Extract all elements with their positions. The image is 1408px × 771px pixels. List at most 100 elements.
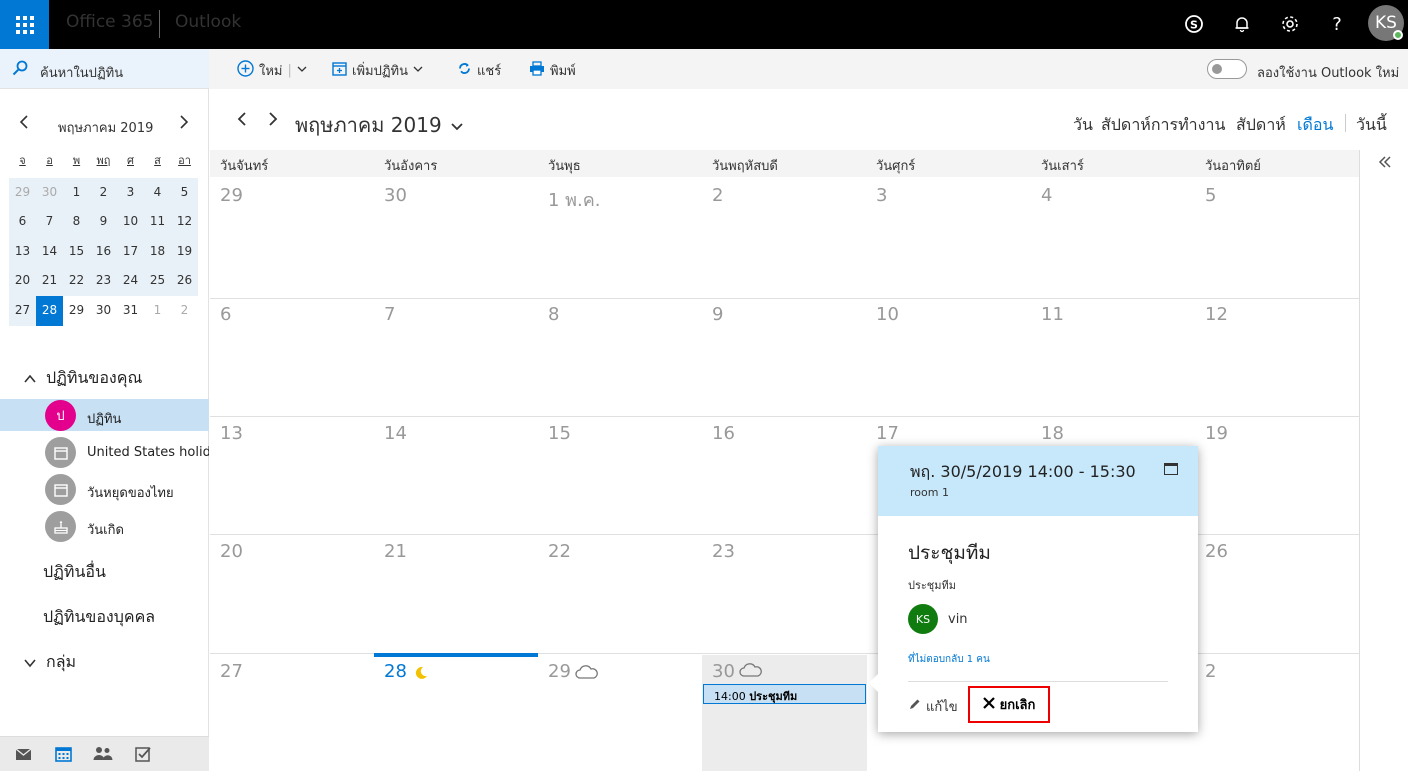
mini-prev-month-icon[interactable] — [18, 113, 30, 134]
print-button[interactable]: พิมพ์ — [529, 60, 576, 81]
day-cell-date[interactable]: 30 — [712, 661, 735, 682]
cancel-event-button[interactable]: ยกเลิก — [968, 686, 1050, 723]
mini-day[interactable]: 26 — [171, 266, 198, 296]
day-cell-date[interactable]: 16 — [712, 423, 735, 444]
mini-day[interactable]: 7 — [36, 207, 63, 237]
add-calendar-button[interactable]: เพิ่มปฏิทิน — [332, 60, 423, 81]
view-month[interactable]: เดือน — [1297, 113, 1333, 138]
event-chip[interactable]: 14:00 ประชุมทีม — [703, 684, 866, 704]
day-cell-date[interactable]: 28 — [384, 661, 407, 682]
your-calendars-header[interactable]: ปฏิทินของคุณ — [24, 366, 142, 391]
day-cell-date[interactable]: 14 — [384, 423, 407, 444]
prev-month-icon[interactable] — [236, 111, 248, 132]
other-calendars-header[interactable]: ปฏิทินอื่น — [43, 560, 106, 585]
day-cell-date[interactable]: 5 — [1205, 185, 1216, 206]
tasks-icon[interactable] — [135, 746, 152, 766]
app-name[interactable]: Outlook — [175, 12, 241, 32]
mini-day[interactable]: 17 — [117, 237, 144, 267]
day-cell-date[interactable]: 3 — [876, 185, 887, 206]
today-button[interactable]: วันนี้ — [1356, 113, 1387, 138]
day-cell-date[interactable]: 22 — [548, 541, 571, 562]
mini-day[interactable]: 2 — [90, 178, 117, 208]
day-cell-date[interactable]: 8 — [548, 304, 559, 325]
groups-header[interactable]: กลุ่ม — [24, 650, 76, 675]
day-cell-date[interactable]: 7 — [384, 304, 395, 325]
share-button[interactable]: แชร์ — [457, 60, 501, 81]
mini-day[interactable]: 30 — [90, 295, 117, 326]
mini-day[interactable]: 6 — [9, 207, 36, 237]
mini-day[interactable]: 24 — [117, 266, 144, 296]
open-calendar-icon[interactable] — [1164, 463, 1178, 475]
day-cell-date[interactable]: 19 — [1205, 423, 1228, 444]
day-cell-date[interactable]: 2 — [712, 185, 723, 206]
day-cell-date[interactable]: 4 — [1041, 185, 1052, 206]
day-cell-date[interactable]: 2 — [1205, 661, 1216, 682]
mini-day[interactable]: 20 — [9, 266, 36, 296]
bell-icon[interactable] — [1228, 10, 1256, 38]
next-month-icon[interactable] — [267, 111, 279, 132]
day-cell-date[interactable]: 21 — [384, 541, 407, 562]
mini-day[interactable]: 5 — [171, 178, 198, 208]
try-new-outlook-toggle[interactable] — [1207, 59, 1247, 79]
day-cell-date[interactable]: 15 — [548, 423, 571, 444]
mini-day[interactable]: 12 — [171, 207, 198, 237]
day-cell-date[interactable]: 27 — [220, 661, 243, 682]
mail-icon[interactable] — [15, 746, 32, 765]
mini-calendar-title[interactable]: พฤษภาคม 2019 — [58, 117, 153, 138]
day-cell-date[interactable]: 13 — [220, 423, 243, 444]
people-icon[interactable] — [93, 746, 113, 765]
edit-button[interactable]: แก้ไข — [908, 696, 958, 717]
mini-day[interactable]: 22 — [63, 266, 90, 296]
brand-label[interactable]: Office 365 — [66, 12, 153, 32]
day-cell-date[interactable]: 10 — [876, 304, 899, 325]
day-cell-date[interactable]: 23 — [712, 541, 735, 562]
mini-day[interactable]: 31 — [117, 295, 144, 326]
mini-day[interactable]: 8 — [63, 207, 90, 237]
mini-day[interactable]: 11 — [144, 207, 171, 237]
day-cell-date[interactable]: 20 — [220, 541, 243, 562]
help-icon[interactable]: ? — [1323, 10, 1351, 38]
mini-day[interactable]: 4 — [144, 178, 171, 208]
mini-day[interactable]: 29 — [63, 295, 90, 326]
mini-day[interactable]: 25 — [144, 266, 171, 296]
mini-day[interactable]: 1 — [144, 295, 171, 326]
search-icon[interactable] — [12, 60, 28, 80]
day-cell-date[interactable]: 29 — [548, 661, 571, 682]
day-cell-date[interactable]: 12 — [1205, 304, 1228, 325]
chevron-down-icon[interactable] — [297, 63, 307, 78]
mini-day[interactable]: 14 — [36, 237, 63, 267]
mini-day[interactable]: 13 — [9, 237, 36, 267]
mini-day[interactable]: 16 — [90, 237, 117, 267]
view-day[interactable]: วัน — [1073, 113, 1093, 138]
calendar-module-icon[interactable] — [55, 746, 72, 766]
day-cell-date[interactable]: 29 — [220, 185, 243, 206]
mini-day[interactable]: 1 — [63, 178, 90, 208]
collapse-double-chevron-icon[interactable] — [1378, 153, 1392, 172]
month-title[interactable]: พฤษภาคม 2019 — [295, 109, 464, 141]
view-week[interactable]: สัปดาห์ — [1236, 113, 1286, 138]
mini-day[interactable]: 9 — [90, 207, 117, 237]
mini-day[interactable]: 15 — [63, 237, 90, 267]
mini-day[interactable]: 3 — [117, 178, 144, 208]
day-cell-date[interactable]: 11 — [1041, 304, 1064, 325]
mini-day[interactable]: 28 — [36, 295, 63, 326]
gear-icon[interactable] — [1276, 10, 1304, 38]
people-calendars-header[interactable]: ปฏิทินของบุคคล — [43, 605, 155, 630]
mini-next-month-icon[interactable] — [178, 113, 190, 134]
search-input[interactable]: ค้นหาในปฏิทิน — [40, 62, 123, 83]
day-cell-date[interactable]: 26 — [1205, 541, 1228, 562]
mini-day[interactable]: 19 — [171, 237, 198, 267]
mini-day[interactable]: 10 — [117, 207, 144, 237]
mini-day[interactable]: 18 — [144, 237, 171, 267]
day-cell-date[interactable]: 6 — [220, 304, 231, 325]
skype-icon[interactable]: S — [1180, 10, 1208, 38]
day-cell-date[interactable]: 9 — [712, 304, 723, 325]
mini-day[interactable]: 30 — [36, 178, 63, 208]
waffle-icon[interactable] — [0, 0, 49, 49]
no-response-link[interactable]: ที่ไม่ตอบกลับ 1 คน — [908, 652, 990, 667]
view-work-week[interactable]: สัปดาห์การทำงาน — [1101, 113, 1225, 138]
mini-day[interactable]: 27 — [9, 296, 36, 326]
day-cell-date[interactable]: 30 — [384, 185, 407, 206]
day-cell-date[interactable]: 1 พ.ค. — [548, 185, 601, 214]
mini-day[interactable]: 2 — [171, 295, 198, 326]
